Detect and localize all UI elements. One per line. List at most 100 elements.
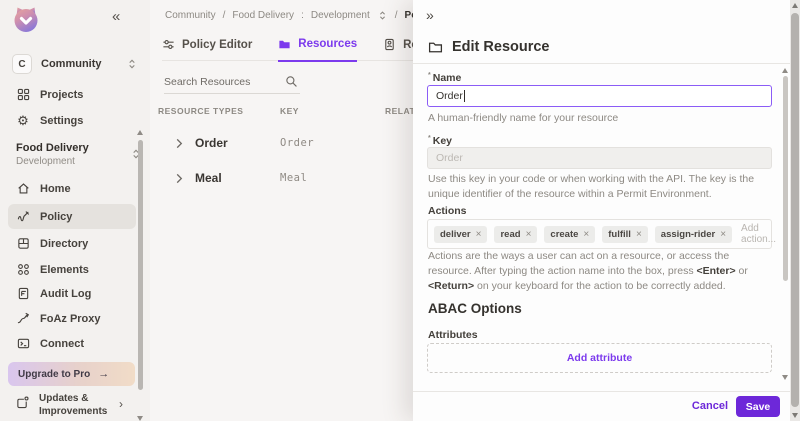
expand-chevron-icon[interactable] <box>175 173 184 184</box>
resource-name[interactable]: Meal <box>195 171 222 185</box>
actions-field-label: Actions <box>428 205 467 217</box>
resource-name[interactable]: Order <box>195 136 228 150</box>
scroll-up-icon[interactable] <box>137 130 143 135</box>
remove-chip-icon[interactable]: × <box>583 229 589 240</box>
scroll-down-icon[interactable] <box>792 413 798 418</box>
badge-icon <box>383 38 396 51</box>
chevron-right-icon: › <box>119 397 123 411</box>
chevron-updown-icon <box>126 58 138 70</box>
attributes-label: Attributes <box>428 329 478 341</box>
folder-icon <box>278 38 291 51</box>
chevron-updown-icon[interactable] <box>377 10 388 21</box>
tab-label: Resources <box>298 38 357 50</box>
scrollbar-thumb[interactable] <box>791 13 799 407</box>
sidebar-scrollbar[interactable] <box>137 130 144 421</box>
tab-resources[interactable]: Resources <box>278 36 357 62</box>
action-chip[interactable]: create× <box>544 226 595 243</box>
action-chip-label: deliver <box>440 229 471 240</box>
breadcrumb-project[interactable]: Food Delivery <box>232 10 294 21</box>
expand-chevron-icon[interactable] <box>175 138 184 149</box>
breadcrumb-environment[interactable]: Development <box>311 10 370 21</box>
sidebar-item-label: Connect <box>40 338 84 350</box>
drawer-scrollbar[interactable] <box>782 68 789 380</box>
add-attribute-label: Add attribute <box>567 352 632 364</box>
sidebar-item-connect[interactable]: Connect <box>0 331 150 356</box>
name-field[interactable]: Order <box>427 85 772 107</box>
scroll-down-icon[interactable] <box>137 416 143 421</box>
sidebar-item-label: Audit Log <box>40 288 91 300</box>
action-chip[interactable]: assign-rider× <box>655 226 732 243</box>
tab-policy-editor[interactable]: Policy Editor <box>162 36 252 60</box>
sidebar-item-audit-log[interactable]: Audit Log <box>0 281 150 306</box>
document-icon <box>16 287 30 301</box>
scrollbar-thumb[interactable] <box>783 76 788 281</box>
sidebar-item-label: Home <box>40 183 71 195</box>
sidebar-collapse-icon[interactable]: « <box>112 8 120 25</box>
action-chip[interactable]: read× <box>494 226 537 243</box>
remove-chip-icon[interactable]: × <box>526 229 532 240</box>
add-attribute-button[interactable]: Add attribute <box>427 343 772 373</box>
remove-chip-icon[interactable]: × <box>720 229 726 240</box>
project-selector[interactable]: Food Delivery Development <box>16 142 136 167</box>
directory-icon <box>16 237 30 251</box>
scroll-up-icon[interactable] <box>782 68 788 73</box>
scroll-down-icon[interactable] <box>782 375 788 380</box>
drawer-title: Edit Resource <box>428 39 550 55</box>
elements-icon <box>16 263 30 277</box>
sidebar-item-updates[interactable]: Updates & Improvements › <box>16 393 142 418</box>
save-button[interactable]: Save <box>736 396 780 417</box>
actions-field-helper: Actions are the ways a user can act on a… <box>428 249 774 294</box>
app-window: « C Community Projects ⚙ Settings Food D… <box>0 0 800 421</box>
drawer-collapse-icon[interactable]: » <box>426 7 434 23</box>
search-resources <box>164 72 300 94</box>
drawer-footer: Cancel Save <box>413 391 790 421</box>
name-field-value: Order <box>436 90 463 102</box>
upgrade-to-pro-button[interactable]: Upgrade to Pro → <box>8 362 135 386</box>
changelog-icon <box>16 396 29 409</box>
terminal-icon <box>16 337 30 351</box>
cancel-button[interactable]: Cancel <box>692 400 728 412</box>
search-input[interactable] <box>164 72 276 92</box>
breadcrumb-colon: : <box>301 10 304 21</box>
sidebar-item-directory[interactable]: Directory <box>0 231 150 256</box>
sidebar-item-foaz-proxy[interactable]: FoAz Proxy <box>0 306 150 331</box>
folder-icon <box>428 40 443 55</box>
column-resource-types: RESOURCE TYPES <box>158 106 243 116</box>
action-chip[interactable]: deliver × <box>434 226 487 243</box>
sidebar-item-policy[interactable]: Policy <box>8 204 136 229</box>
sidebar-item-label: Settings <box>40 115 83 127</box>
sidebar-item-label: Policy <box>40 211 72 223</box>
gear-icon: ⚙ <box>16 114 30 128</box>
actions-input[interactable]: deliver × read× create× fulfill× assign-r… <box>427 219 772 249</box>
search-icon[interactable] <box>285 75 298 88</box>
sidebar-item-label: FoAz Proxy <box>40 313 101 325</box>
resource-key: Order <box>280 137 314 149</box>
sidebar-item-settings[interactable]: ⚙ Settings <box>0 108 150 133</box>
drawer-title-text: Edit Resource <box>452 39 550 55</box>
sidebar-item-projects[interactable]: Projects <box>0 82 150 107</box>
permit-logo-icon[interactable] <box>11 5 41 35</box>
sidebar-item-elements[interactable]: Elements <box>0 257 150 282</box>
workspace-selector[interactable]: C Community <box>12 53 138 75</box>
add-action-placeholder[interactable]: Add action... <box>741 223 776 245</box>
name-field-label: *Name <box>428 72 461 84</box>
breadcrumb-workspace[interactable]: Community <box>165 10 216 21</box>
breadcrumb: Community / Food Delivery : Development … <box>165 10 452 21</box>
name-field-helper: A human-friendly name for your resource <box>428 111 774 126</box>
sidebar-item-home[interactable]: Home <box>0 176 150 201</box>
action-chip[interactable]: fulfill× <box>602 226 648 243</box>
remove-chip-icon[interactable]: × <box>636 229 642 240</box>
remove-chip-icon[interactable]: × <box>476 229 482 240</box>
breadcrumb-separator: / <box>395 10 398 21</box>
required-asterisk: * <box>428 72 431 79</box>
arrow-right-icon: → <box>98 368 109 380</box>
home-icon <box>16 182 30 196</box>
tab-label: Policy Editor <box>182 39 252 51</box>
workspace-name: Community <box>41 58 126 70</box>
scrollbar-thumb[interactable] <box>138 140 143 390</box>
key-field: Order <box>427 147 772 169</box>
required-asterisk: * <box>428 135 431 142</box>
page-scrollbar[interactable] <box>790 0 800 421</box>
scroll-up-icon[interactable] <box>792 3 798 8</box>
divider <box>413 63 790 64</box>
